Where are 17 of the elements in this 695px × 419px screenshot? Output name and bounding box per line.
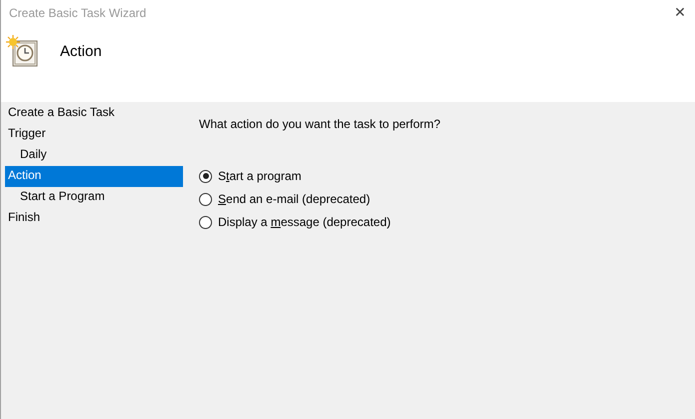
- step-item[interactable]: Daily: [5, 145, 183, 166]
- step-item[interactable]: Action: [5, 166, 183, 187]
- option-label[interactable]: Send an e-mail (deprecated): [218, 192, 370, 206]
- page-heading: Action: [60, 43, 102, 60]
- step-item[interactable]: Trigger: [5, 124, 183, 145]
- close-button[interactable]: ✕: [665, 0, 695, 26]
- question-text: What action do you want the task to perform?: [199, 117, 440, 131]
- radio-button[interactable]: [199, 216, 212, 228]
- window-title: Create Basic Task Wizard: [9, 6, 146, 20]
- clock-icon: [6, 35, 40, 69]
- radio-button[interactable]: [199, 170, 212, 182]
- step-item[interactable]: Finish: [5, 208, 183, 229]
- option-label[interactable]: Display a message (deprecated): [218, 215, 391, 229]
- step-item[interactable]: Create a Basic Task: [5, 103, 183, 124]
- option-label[interactable]: Start a program: [218, 169, 302, 183]
- radio-button[interactable]: [199, 192, 212, 206]
- step-item[interactable]: Start a Program: [5, 187, 183, 208]
